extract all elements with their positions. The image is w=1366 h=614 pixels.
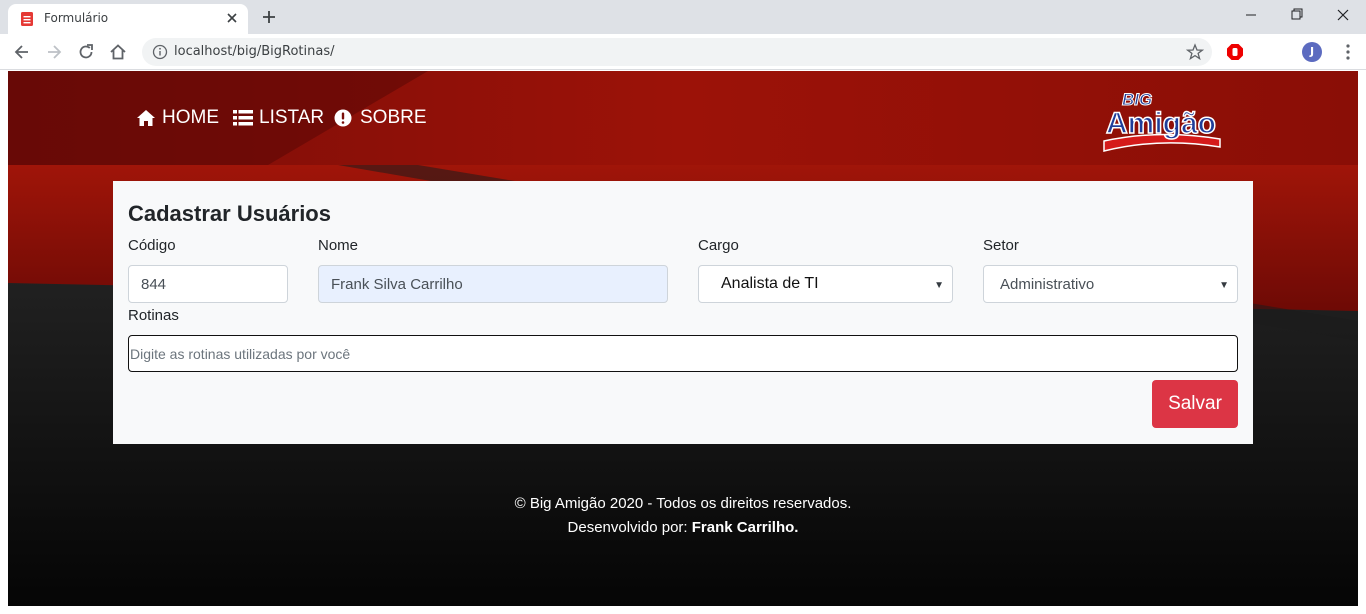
home-page-icon[interactable] (108, 42, 128, 62)
rotinas-placeholder: Digite as rotinas utilizadas por você (130, 345, 351, 362)
footer-copyright: © Big Amigão 2020 - Todos os direitos re… (514, 495, 852, 512)
rotinas-label: Rotinas (128, 307, 179, 324)
setor-select[interactable]: Administrativo ▼ (983, 265, 1238, 303)
logo-text-amigao: Amigão (1106, 107, 1216, 140)
browser-tabstrip: Formulário (0, 0, 1366, 34)
nome-label: Nome (318, 237, 359, 254)
footer-author: Frank Carrilho. (691, 519, 799, 536)
address-bar[interactable]: localhost/big/BigRotinas/ (142, 38, 1212, 66)
profile-avatar[interactable]: J (1302, 42, 1322, 62)
rotinas-textarea[interactable]: Digite as rotinas utilizadas por você (128, 335, 1238, 372)
form-favicon-icon (21, 12, 33, 26)
page-viewport: HOME LISTAR SOBRE BIG Amigão Cadastrar U… (8, 71, 1358, 606)
footer-developed-by: Desenvolvido por: (567, 519, 688, 536)
cargo-label: Cargo (698, 237, 739, 254)
setor-value: Administrativo (1000, 275, 1095, 293)
nome-input[interactable]: Frank Silva Carrilho (318, 265, 668, 303)
nome-value: Frank Silva Carrilho (331, 275, 463, 293)
nav-home-label: HOME (162, 107, 219, 128)
exclamation-circle-icon (334, 109, 352, 127)
big-amigao-logo[interactable]: BIG Amigão (1100, 81, 1224, 155)
bookmark-star-icon[interactable] (1186, 43, 1204, 61)
cargo-value: Analista de TI (721, 275, 819, 292)
browser-tab[interactable]: Formulário (8, 4, 248, 34)
minimize-window-icon[interactable] (1228, 0, 1274, 30)
home-icon (137, 110, 155, 126)
nav-about-link[interactable]: SOBRE (334, 107, 427, 129)
new-tab-icon[interactable] (260, 8, 278, 26)
setor-label: Setor (983, 237, 1019, 254)
list-icon (233, 110, 253, 126)
chevron-down-icon: ▼ (1219, 280, 1229, 291)
codigo-value: 844 (141, 275, 167, 293)
chevron-down-icon: ▼ (934, 280, 944, 291)
top-navbar: HOME LISTAR SOBRE BIG Amigão (8, 71, 1358, 165)
site-info-icon[interactable] (152, 44, 168, 60)
close-tab-icon[interactable] (224, 10, 240, 26)
restore-window-icon[interactable] (1274, 0, 1320, 30)
back-arrow-icon[interactable] (12, 42, 32, 62)
browser-toolbar: localhost/big/BigRotinas/ J (0, 34, 1366, 70)
form-title: Cadastrar Usuários (128, 201, 331, 226)
cargo-select[interactable]: Analista de TI ▼ (698, 265, 953, 303)
save-button[interactable]: Salvar (1152, 380, 1238, 428)
register-user-card: Cadastrar Usuários Código 844 Nome Frank… (113, 181, 1253, 444)
nav-list-label: LISTAR (259, 107, 325, 128)
tab-title: Formulário (44, 11, 109, 25)
codigo-input[interactable]: 844 (128, 265, 288, 303)
footer-credits: Desenvolvido por: Frank Carrilho. (8, 516, 1358, 540)
nav-about-label: SOBRE (360, 107, 427, 128)
nav-list-link[interactable]: LISTAR (233, 107, 324, 129)
adblock-extension-icon[interactable] (1226, 43, 1244, 61)
page-footer: © Big Amigão 2020 - Todos os direitos re… (8, 492, 1358, 540)
nav-home-link[interactable]: HOME (136, 107, 219, 129)
close-window-icon[interactable] (1320, 0, 1366, 30)
reload-icon[interactable] (76, 42, 96, 62)
more-menu-icon[interactable] (1340, 43, 1356, 61)
codigo-label: Código (128, 237, 176, 254)
forward-arrow-icon[interactable] (44, 42, 64, 62)
address-url: localhost/big/BigRotinas/ (174, 44, 335, 59)
